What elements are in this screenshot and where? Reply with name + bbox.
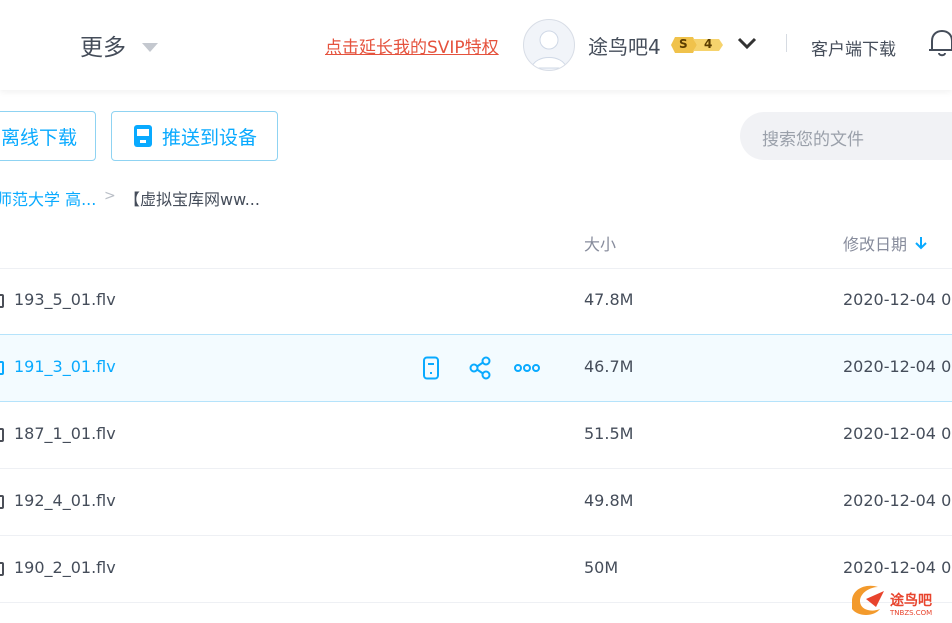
file-name[interactable]: 190_2_01.flv	[14, 558, 116, 577]
table-row[interactable]: 193_5_01.flv 47.8M 2020-12-04 09	[0, 268, 952, 335]
badge-s: S	[679, 37, 688, 51]
more-label: 更多	[80, 35, 126, 61]
file-size: 50M	[584, 558, 619, 577]
badge-level: 4	[704, 37, 713, 51]
column-header-size[interactable]: 大小	[584, 231, 616, 255]
search-input[interactable]: 搜索您的文件	[740, 112, 952, 160]
breadcrumb-current: 【虚拟宝库网ww...	[124, 190, 260, 209]
file-size: 49.8M	[584, 491, 634, 510]
svip-level-badge: S 4	[671, 33, 723, 57]
file-date: 2020-12-04 09	[843, 558, 952, 577]
device-icon	[134, 125, 152, 147]
breadcrumb-parent[interactable]: 师范大学 高...	[0, 186, 96, 210]
offline-download-label: 离线下载	[1, 126, 78, 149]
watermark-logo: 途鸟吧 TNBZS.COM	[848, 581, 948, 621]
sort-down-arrow-icon	[915, 237, 927, 250]
column-header-modified-label: 修改日期	[843, 235, 908, 254]
svip-extend-link[interactable]: 点击延长我的SVIP特权	[325, 33, 499, 58]
file-date: 2020-12-04 09	[843, 290, 952, 309]
caret-down-icon	[142, 42, 158, 52]
breadcrumb-separator: >	[104, 188, 116, 204]
file-size: 46.7M	[584, 357, 634, 376]
file-icon	[0, 361, 4, 375]
table-row[interactable]: 191_3_01.flv 46.7M 2020-12-04 09	[0, 334, 952, 402]
file-date: 2020-12-04 09	[843, 491, 952, 510]
share-icon[interactable]	[467, 355, 493, 381]
bell-icon[interactable]	[928, 28, 952, 58]
top-header: 更多 点击延长我的SVIP特权 途鸟吧4 S 4 客户端下载	[0, 0, 952, 90]
file-date: 2020-12-04 09	[843, 424, 952, 443]
push-device-icon[interactable]	[418, 355, 444, 381]
offline-download-button[interactable]: 离线下载	[0, 111, 96, 161]
column-header-modified[interactable]: 修改日期	[843, 231, 927, 255]
account-dropdown-icon[interactable]	[737, 33, 757, 53]
file-name[interactable]: 193_5_01.flv	[14, 290, 116, 309]
avatar[interactable]	[523, 19, 575, 71]
file-icon	[0, 562, 4, 576]
push-to-device-button[interactable]: 推送到设备	[111, 111, 278, 161]
file-icon	[0, 495, 4, 509]
file-size: 51.5M	[584, 424, 634, 443]
header-divider	[786, 34, 787, 52]
table-row[interactable]: 190_2_01.flv 50M 2020-12-04 09	[0, 536, 952, 603]
watermark-domain: TNBZS.COM	[890, 609, 933, 617]
file-name[interactable]: 191_3_01.flv	[14, 357, 116, 376]
more-actions-icon[interactable]	[514, 355, 540, 381]
table-row[interactable]: 187_1_01.flv 51.5M 2020-12-04 09	[0, 402, 952, 469]
table-row[interactable]: 192_4_01.flv 49.8M 2020-12-04 09	[0, 469, 952, 536]
user-placeholder-icon	[531, 30, 567, 69]
file-name[interactable]: 187_1_01.flv	[14, 424, 116, 443]
file-name[interactable]: 192_4_01.flv	[14, 491, 116, 510]
client-download-link[interactable]: 客户端下载	[811, 35, 896, 60]
more-menu[interactable]: 更多	[80, 28, 158, 62]
watermark-brand: 途鸟吧	[890, 593, 932, 609]
search-placeholder: 搜索您的文件	[762, 130, 864, 150]
file-date: 2020-12-04 09	[843, 357, 952, 376]
username[interactable]: 途鸟吧4	[588, 31, 661, 60]
file-icon	[0, 294, 4, 308]
watermark-emblem-icon	[852, 585, 884, 615]
file-size: 47.8M	[584, 290, 634, 309]
push-to-device-label: 推送到设备	[162, 126, 258, 149]
file-icon	[0, 428, 4, 442]
